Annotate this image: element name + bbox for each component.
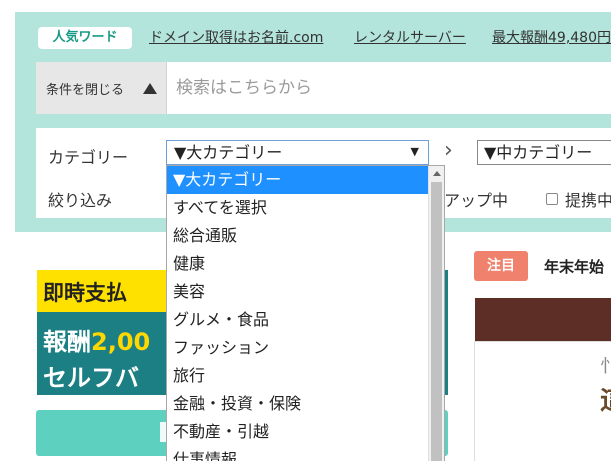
- promo-inner: [474, 341, 611, 461]
- dropdown-option[interactable]: 不動産・引越: [167, 418, 429, 446]
- triangle-up-icon: [143, 83, 157, 94]
- dropdown-scrollbar[interactable]: [428, 166, 444, 461]
- scroll-up-arrow-icon[interactable]: [433, 171, 441, 176]
- promo-text-fragment: 忄: [600, 356, 611, 377]
- close-conditions-label: 条件を閉じる: [46, 83, 125, 98]
- chevron-right-icon: ›: [444, 138, 453, 163]
- search-bar: 条件を閉じる: [36, 62, 611, 114]
- banner-mid-text: 報酬: [43, 328, 91, 356]
- category-dropdown-list[interactable]: ▼大カテゴリー すべてを選択 総合通販 健康 美容 グルメ・食品 ファッション …: [166, 165, 445, 461]
- popular-words-badge: 人気ワード: [38, 27, 132, 49]
- search-input[interactable]: [167, 62, 611, 114]
- dropdown-option[interactable]: 金融・投資・保険: [167, 390, 429, 418]
- notice-text[interactable]: 年末年始: [544, 256, 604, 277]
- tieup-checkbox[interactable]: [546, 193, 558, 205]
- banner-edge: [445, 270, 448, 395]
- main-category-value: ▼大カテゴリー: [174, 143, 283, 162]
- category-label: カテゴリー: [48, 148, 129, 167]
- banner-top-text: 即時支払: [43, 281, 127, 305]
- dropdown-option[interactable]: 総合通販: [167, 222, 429, 250]
- dropdown-option[interactable]: 仕事情報: [167, 446, 429, 461]
- popular-link-max-reward[interactable]: 最大報酬49,480円: [492, 28, 611, 48]
- dropdown-option[interactable]: 旅行: [167, 362, 429, 390]
- tieup-label: 提携中: [565, 191, 611, 210]
- payment-banner[interactable]: 即時支払 報酬2,00 セルフバ: [37, 270, 167, 395]
- popular-link-rental-server[interactable]: レンタルサーバー: [354, 28, 466, 48]
- dropdown-option[interactable]: すべてを選択: [167, 194, 429, 222]
- dropdown-option[interactable]: ▼大カテゴリー: [167, 166, 429, 194]
- banner-mid: 報酬2,00: [43, 322, 150, 357]
- popular-link-domain[interactable]: ドメイン取得はお名前.com: [149, 28, 323, 48]
- filter-up-label: アップ中: [444, 191, 509, 210]
- close-conditions-button[interactable]: 条件を閉じる: [36, 62, 167, 114]
- notice-badge: 注目: [474, 251, 528, 281]
- narrow-down-label: 絞り込み: [48, 191, 113, 210]
- banner-top-strip: 即時支払: [37, 270, 167, 312]
- scrollbar-thumb[interactable]: [431, 182, 442, 461]
- dropdown-option[interactable]: 美容: [167, 278, 429, 306]
- mid-category-select[interactable]: ▼中カテゴリー: [477, 140, 611, 165]
- banner-mid-number: 2,00: [91, 328, 151, 356]
- dropdown-arrow-icon: ▼: [410, 145, 419, 158]
- dropdown-option[interactable]: グルメ・食品: [167, 306, 429, 334]
- dropdown-option[interactable]: 健康: [167, 250, 429, 278]
- promo-text-fragment-large: 這: [600, 380, 611, 417]
- mid-category-value: ▼中カテゴリー: [484, 143, 593, 162]
- main-category-select[interactable]: ▼大カテゴリー ▼: [166, 140, 429, 165]
- dropdown-option[interactable]: ファッション: [167, 334, 429, 362]
- banner-bottom-text: セルフバ: [43, 364, 139, 392]
